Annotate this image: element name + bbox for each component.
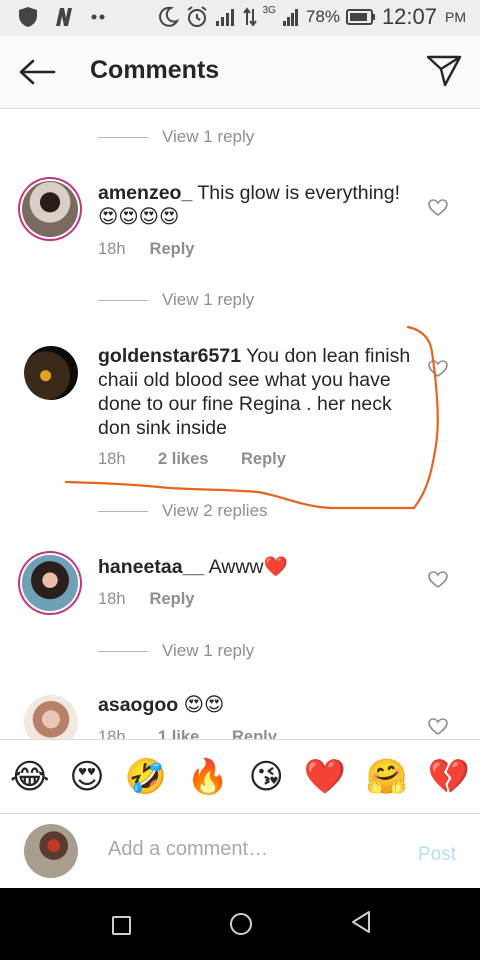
view-replies-button[interactable]: View 1 reply	[98, 127, 254, 147]
comment-username[interactable]: goldenstar6571	[98, 345, 241, 367]
comment-text: asaogoo 😍😍	[98, 693, 418, 717]
comment-username[interactable]: asaogoo	[98, 694, 178, 716]
signal-icon	[215, 9, 234, 26]
n-logo-icon	[56, 8, 72, 26]
comment-meta: 18h Reply	[98, 240, 194, 259]
likes-count[interactable]: 1 like	[158, 728, 232, 739]
view-replies-button[interactable]: View 1 reply	[98, 290, 254, 310]
emoji-kiss[interactable]: 😘	[249, 757, 284, 797]
comment-meta: 18h 1 like Reply	[98, 728, 277, 739]
emoji-broken-heart[interactable]: 💔	[428, 757, 470, 797]
view-replies-label: View 2 replies	[162, 501, 268, 520]
like-heart-icon[interactable]	[428, 718, 448, 736]
view-replies-label: View 1 reply	[162, 290, 255, 309]
clock-time: 12:07	[381, 4, 437, 29]
quick-emoji-bar: 😂 😍 🤣 🔥 😘 ❤️ 🤗 💔	[0, 739, 480, 814]
reply-button[interactable]: Reply	[232, 728, 277, 739]
view-replies-button[interactable]: View 1 reply	[98, 641, 254, 661]
back-arrow-icon[interactable]	[18, 58, 56, 86]
comments-header: Comments	[0, 36, 480, 109]
recents-icon[interactable]	[112, 916, 131, 935]
emoji-heart[interactable]: ❤️	[304, 757, 346, 797]
view-replies-label: View 1 reply	[162, 641, 255, 660]
divider	[98, 299, 148, 301]
comment-text: amenzeo_ This glow is everything!😍😍😍😍	[98, 181, 418, 229]
system-nav-bar	[0, 888, 480, 960]
comment-username[interactable]: haneetaa__	[98, 556, 204, 578]
back-triangle-icon[interactable]	[350, 910, 372, 934]
comment-text: haneetaa__ Awww❤️	[98, 555, 418, 579]
battery-icon	[345, 9, 375, 25]
signal-icon-2	[282, 9, 298, 26]
like-heart-icon[interactable]	[428, 199, 448, 217]
comment-username[interactable]: amenzeo_	[98, 182, 192, 204]
comment-body: 😍😍	[183, 694, 225, 716]
avatar[interactable]	[22, 555, 78, 611]
divider	[98, 510, 148, 512]
comment-time: 18h	[98, 450, 126, 468]
alarm-icon	[186, 6, 207, 27]
emoji-joy[interactable]: 😂	[10, 757, 50, 797]
avatar[interactable]	[22, 181, 78, 237]
send-direct-icon[interactable]	[426, 54, 462, 88]
network-type-label: 3G	[262, 4, 276, 16]
avatar[interactable]	[24, 346, 78, 400]
avatar[interactable]	[24, 695, 78, 739]
reply-button[interactable]: Reply	[150, 590, 195, 609]
avatar	[24, 824, 78, 878]
post-button[interactable]: Post	[418, 844, 456, 866]
reply-button[interactable]: Reply	[150, 240, 195, 259]
view-replies-button[interactable]: View 2 replies	[98, 501, 268, 521]
battery-percent: 78%	[305, 7, 340, 26]
comment-time: 18h	[98, 728, 126, 739]
view-replies-label: View 1 reply	[162, 127, 255, 146]
emoji-heart-eyes[interactable]: 😍	[69, 757, 104, 797]
more-dots-icon	[91, 14, 105, 20]
status-bar: 3G 78% 12:07 PM	[0, 0, 480, 36]
data-transfer-icon	[242, 7, 257, 27]
reply-button[interactable]: Reply	[241, 450, 286, 469]
emoji-fire[interactable]: 🔥	[186, 757, 228, 797]
comment-meta: 18h 2 likes Reply	[98, 450, 286, 469]
emoji-rofl[interactable]: 🤣	[124, 757, 166, 797]
like-heart-icon[interactable]	[428, 571, 448, 589]
clock-ampm: PM	[445, 9, 466, 25]
comment-text: goldenstar6571 You don lean finish chaii…	[98, 344, 418, 440]
comment-input[interactable]	[108, 838, 388, 861]
divider	[98, 136, 148, 138]
divider	[98, 650, 148, 652]
shield-icon	[19, 7, 37, 27]
comment-meta: 18h Reply	[98, 590, 194, 609]
home-icon[interactable]	[230, 913, 252, 935]
comments-list[interactable]: View 1 reply amenzeo_ This glow is every…	[0, 109, 480, 739]
emoji-hug[interactable]: 🤗	[366, 757, 408, 797]
page-title: Comments	[90, 56, 220, 84]
like-heart-icon[interactable]	[428, 360, 448, 378]
comment-composer: Post	[0, 813, 480, 889]
comment-body: Awww❤️	[208, 556, 288, 578]
comment-time: 18h	[98, 240, 126, 258]
likes-count[interactable]: 2 likes	[158, 450, 241, 469]
moon-icon	[158, 6, 179, 27]
comment-time: 18h	[98, 590, 126, 608]
